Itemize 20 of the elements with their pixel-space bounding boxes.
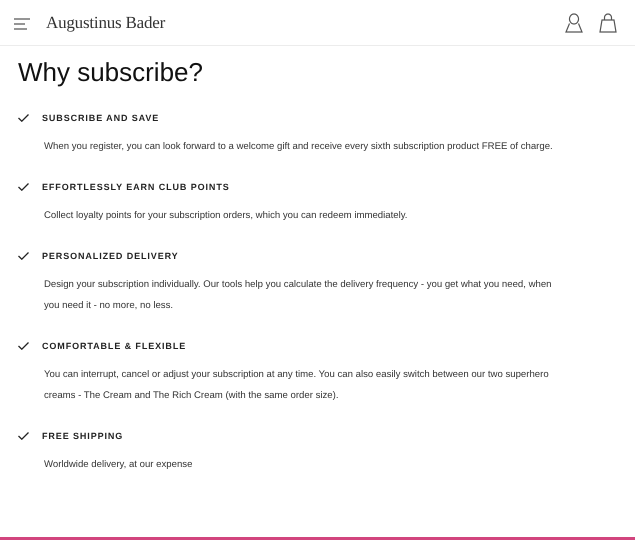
page-title: Why subscribe? [18,56,204,88]
check-icon [18,183,29,191]
account-icon[interactable] [565,12,583,32]
benefit-heading: PERSONALIZED DELIVERY [42,251,179,261]
benefit-text: When you register, you can look forward to a welcome gift and receive every sixth subscription product FREE of charge. [44,140,554,154]
check-icon [18,342,29,350]
benefit-heading: COMFORTABLE & FLEXIBLE [42,341,186,351]
benefit-text: Design your subscription individually. Our tools help you calculate the delivery frequency - you get what you need, when you need it - no more, no less. [44,278,553,313]
bag-icon[interactable] [599,12,617,32]
check-icon [18,252,29,260]
check-icon [18,114,29,122]
benefit-heading: SUBSCRIBE AND SAVE [42,113,160,123]
check-icon [18,432,29,440]
brand-logo[interactable]: Augustinus Bader [46,12,166,32]
benefit-text: You can interrupt, cancel or adjust your subscription at any time. You can also easily switch between our two superhero creams - The Cream and The Rich Cream (with the same order size). [44,368,550,403]
benefit-text: Collect loyalty points for your subscription orders, which you can redeem immediately. [44,209,408,223]
benefit-heading: FREE SHIPPING [42,431,124,441]
benefit-text: Worldwide delivery, at our expense [44,458,194,472]
benefit-heading: EFFORTLESSLY EARN CLUB POINTS [42,182,230,192]
menu-icon[interactable] [14,18,30,30]
